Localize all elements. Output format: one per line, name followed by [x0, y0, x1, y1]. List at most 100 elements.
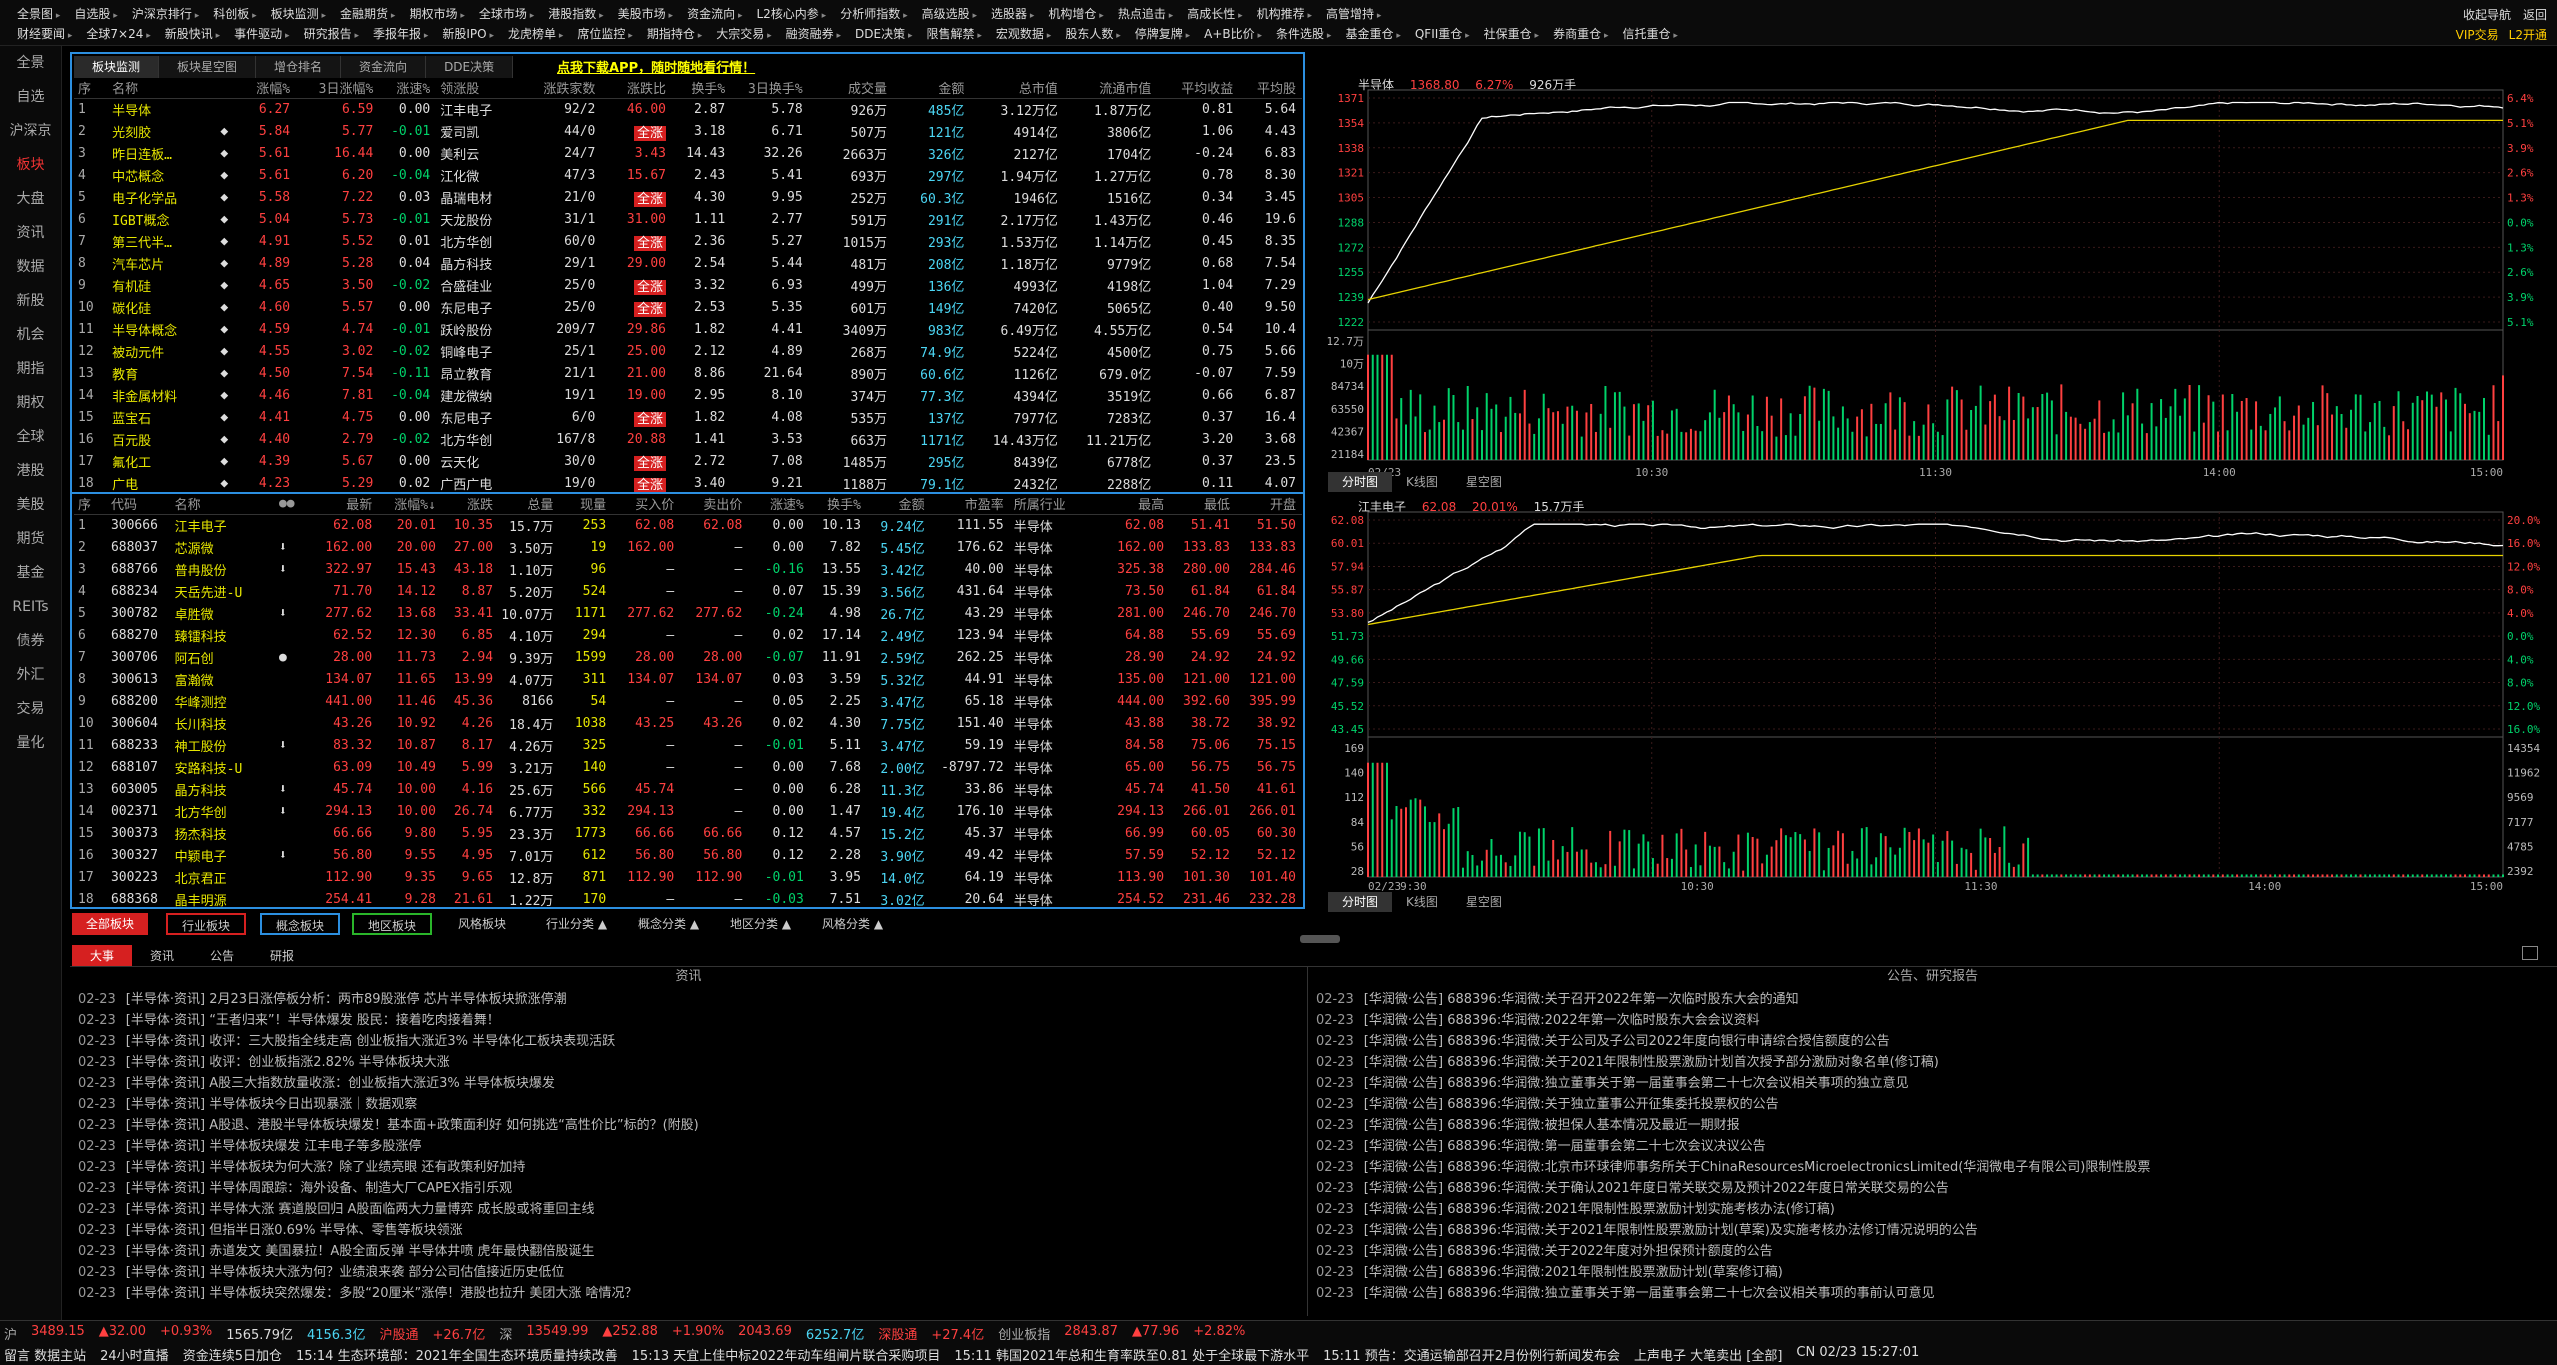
- menu-item-row1-16[interactable]: 热点追击: [1111, 5, 1180, 22]
- stock-row[interactable]: 4 688234 天岳先进-U 71.70 14.12 8.87 5.20万 524 — — 0.0…: [74, 580, 1302, 602]
- menu-item-row1-5[interactable]: 金融期货: [333, 5, 402, 22]
- menu-item-row2-4[interactable]: 研究报告: [297, 25, 366, 42]
- menu-item-row1-1[interactable]: 自选股: [67, 5, 124, 22]
- sector-row[interactable]: 10 碳化硅 ◆ 4.60 5.57 0.00 东尼电子 25/0 全涨 2.53 5.35 601万…: [74, 296, 1302, 318]
- sector-tab-2[interactable]: 增仓排名: [256, 56, 342, 78]
- news-item[interactable]: 02-23 [半导体·资讯] 半导体周跟踪：海外设备、制造大厂CAPEX指引乐观: [78, 1178, 699, 1199]
- sector-col-header[interactable]: 平均股: [1239, 78, 1302, 99]
- sector-col-header[interactable]: 序: [74, 78, 109, 99]
- stock-col-header[interactable]: 序: [74, 494, 107, 515]
- splitter-handle[interactable]: [1300, 935, 1340, 943]
- sector-col-header[interactable]: 涨速%: [379, 78, 437, 99]
- news-item[interactable]: 02-23 [半导体·资讯] 半导体板块爆发 江丰电子等多股涨停: [78, 1136, 699, 1157]
- restore-icon[interactable]: [2522, 946, 2538, 960]
- announcement-item[interactable]: 02-23 [华润微·公告] 688396:华润微:独立董事关于第一届董事会第二十…: [1316, 1283, 2150, 1304]
- vip-trade-link[interactable]: VIP交易: [2456, 26, 2499, 43]
- menu-item-row2-21[interactable]: 社保重仓: [1477, 25, 1546, 42]
- news-item[interactable]: 02-23 [半导体·资讯] A股退、港股半导体板块爆发！基本面+政策面利好 如何…: [78, 1115, 699, 1136]
- menu-item-row2-16[interactable]: 停牌复牌: [1128, 25, 1197, 42]
- menu-item-row2-15[interactable]: 股东人数: [1058, 25, 1127, 42]
- menu-item-row1-2[interactable]: 沪深京排行: [125, 5, 206, 22]
- sidebar-item-19[interactable]: 交易: [0, 692, 61, 726]
- stock-col-header[interactable]: 卖出价: [680, 494, 749, 515]
- chart2-tab-2[interactable]: 星空图: [1452, 892, 1516, 912]
- menu-item-row2-9[interactable]: 期指持仓: [640, 25, 709, 42]
- chart1-tab-1[interactable]: K线图: [1392, 472, 1452, 492]
- sector-col-header[interactable]: 3日换手%: [731, 78, 809, 99]
- menu-item-row2-20[interactable]: QFII重仓: [1408, 25, 1477, 42]
- sector-col-header[interactable]: 3日涨幅%: [296, 78, 380, 99]
- announcement-item[interactable]: 02-23 [华润微·公告] 688396:华润微:2021年限制性股票激励计划实…: [1316, 1199, 2150, 1220]
- stock-row[interactable]: 1 300666 江丰电子 62.08 20.01 10.35 15.7万 253 62.08 6…: [74, 514, 1302, 536]
- industry-category-dropdown[interactable]: 行业分类 ▲: [532, 913, 621, 935]
- sector-col-header[interactable]: 成交量: [808, 78, 893, 99]
- sector-col-header[interactable]: 平均收益: [1157, 78, 1240, 99]
- announcement-item[interactable]: 02-23 [华润微·公告] 688396:华润微:北京市环球律师事务所关于Chi…: [1316, 1157, 2150, 1178]
- menu-item-row2-12[interactable]: DDE决策: [848, 25, 919, 42]
- news-ticker-item[interactable]: 15:13 天宜上佳中标2022年动车组闸片联合采购项目: [632, 1345, 941, 1364]
- stock-intraday-chart[interactable]: 江丰电子 62.08 20.01% 15.7万手 62.08 20.0% 60.01…: [1308, 492, 2557, 912]
- sector-row[interactable]: 17 氟化工 ◆ 4.39 5.67 0.00 云天化 30/0 全涨 2.72 7.08 1485万…: [74, 450, 1302, 472]
- stock-col-header[interactable]: 金额: [866, 494, 931, 515]
- sector-col-header[interactable]: 名称: [108, 78, 217, 99]
- news-item[interactable]: 02-23 [半导体·资讯] 赤道发文 美国暴拉！A股全面反弹 半导体井喷 虎年最…: [78, 1241, 699, 1262]
- menu-item-row1-4[interactable]: 板块监测: [264, 5, 333, 22]
- menu-item-row1-15[interactable]: 机构增仓: [1041, 5, 1110, 22]
- announcement-item[interactable]: 02-23 [华润微·公告] 688396:华润微:关于公司及子公司2022年度向…: [1316, 1031, 2150, 1052]
- sector-row[interactable]: 7 第三代半… ◆ 4.91 5.52 0.01 北方华创 60/0 全涨 2.36 5.27 101…: [74, 230, 1302, 252]
- news-ticker-item[interactable]: 留言 数据主站: [4, 1345, 86, 1364]
- sidebar-item-6[interactable]: 数据: [0, 250, 61, 284]
- menu-item-row1-9[interactable]: 美股市场: [611, 5, 680, 22]
- l2-open-link[interactable]: L2开通: [2509, 26, 2547, 43]
- news-item[interactable]: 02-23 [半导体·资讯] 半导体板块为何大涨？除了业绩亮眼 还有政策利好加持: [78, 1157, 699, 1178]
- news-ticker-item[interactable]: 15:11 预告：交通运输部召开2月份例行新闻发布会: [1323, 1345, 1620, 1364]
- stock-col-header[interactable]: 总量: [499, 494, 560, 515]
- sector-tab-0[interactable]: 板块监测: [74, 56, 160, 78]
- concept-category-dropdown[interactable]: 概念分类 ▲: [624, 913, 713, 935]
- sector-col-header[interactable]: 流通市值: [1063, 78, 1158, 99]
- sector-col-header[interactable]: 涨幅%: [236, 78, 297, 99]
- stock-row[interactable]: 12 688107 安路科技-U 63.09 10.49 5.99 3.21万 140 — — 0.…: [74, 756, 1302, 778]
- sidebar-item-15[interactable]: 基金: [0, 556, 61, 590]
- news-item[interactable]: 02-23 [半导体·资讯] 半导体板块今日出现暴涨｜数据观察: [78, 1094, 699, 1115]
- sector-row[interactable]: 1 半导体 6.27 6.59 0.00 江丰电子 92/2 46.00 2.87 5.78 926…: [74, 98, 1302, 120]
- menu-item-row1-3[interactable]: 科创板: [206, 5, 263, 22]
- sector-row[interactable]: 3 昨日连板… ◆ 5.61 16.44 0.00 美利云 24/7 3.43 14.43 32.2…: [74, 142, 1302, 164]
- stock-row[interactable]: 16 300327 中颖电子 ⬇ 56.80 9.55 4.95 7.01万 612 56.80 5…: [74, 844, 1302, 866]
- menu-item-row2-23[interactable]: 信托重仓: [1615, 25, 1684, 42]
- announcement-item[interactable]: 02-23 [华润微·公告] 688396:华润微:关于2021年限制性股票激励计…: [1316, 1052, 2150, 1073]
- tab-industry-sectors[interactable]: 行业板块: [166, 913, 247, 935]
- stock-row[interactable]: 11 688233 神工股份 ⬇ 83.32 10.87 8.17 4.26万 325 — — -0.…: [74, 734, 1302, 756]
- stock-row[interactable]: 15 300373 扬杰科技 66.66 9.80 5.95 23.3万 1773 66.66 6…: [74, 822, 1302, 844]
- menu-item-row2-6[interactable]: 新股IPO: [435, 25, 501, 42]
- menu-item-row1-18[interactable]: 机构推荐: [1250, 5, 1319, 22]
- announcement-item[interactable]: 02-23 [华润微·公告] 688396:华润微:关于2022年度对外担保预计额…: [1316, 1241, 2150, 1262]
- sector-row[interactable]: 16 百元股 ◆ 4.40 2.79 -0.02 北方华创 167/8 20.88 1.41 3.5…: [74, 428, 1302, 450]
- news-ticker-item[interactable]: 15:11 韩国2021年总和生育率跌至0.81 处于全球最下游水平: [954, 1345, 1309, 1364]
- menu-item-row1-7[interactable]: 全球市场: [472, 5, 541, 22]
- stock-row[interactable]: 13 603005 晶方科技 ⬇ 45.74 10.00 4.16 25.6万 566 45.74…: [74, 778, 1302, 800]
- stock-col-header[interactable]: 名称: [170, 494, 275, 515]
- news-item[interactable]: 02-23 [半导体·资讯] 收评：创业板指涨2.82% 半导体板块大涨: [78, 1052, 699, 1073]
- news-ticker-item[interactable]: CN 02/23 15:27:01: [1796, 1345, 1919, 1364]
- sidebar-item-2[interactable]: 沪深京: [0, 114, 61, 148]
- sector-col-header[interactable]: 涨跌比: [601, 78, 673, 99]
- menu-item-row2-3[interactable]: 事件驱动: [227, 25, 296, 42]
- tab-style-sectors[interactable]: 风格板块: [444, 913, 520, 935]
- sidebar-item-14[interactable]: 期货: [0, 522, 61, 556]
- stock-row[interactable]: 17 300223 北京君正 112.90 9.35 9.65 12.8万 871 112.90…: [74, 866, 1302, 888]
- stock-col-header[interactable]: 最新: [310, 494, 379, 515]
- tab-announcements[interactable]: 公告: [192, 945, 252, 966]
- tab-news[interactable]: 资讯: [132, 945, 192, 966]
- menu-item-row1-19[interactable]: 高管增持: [1319, 5, 1388, 22]
- sector-tab-4[interactable]: DDE决策: [426, 56, 514, 78]
- sidebar-item-7[interactable]: 新股: [0, 284, 61, 318]
- stock-row[interactable]: 14 002371 北方华创 ⬇ 294.13 10.00 26.74 6.77万 332 294…: [74, 800, 1302, 822]
- sidebar-item-13[interactable]: 美股: [0, 488, 61, 522]
- stock-col-header[interactable]: 现量: [559, 494, 613, 515]
- sidebar-item-1[interactable]: 自选: [0, 80, 61, 114]
- stock-col-header[interactable]: 买入价: [612, 494, 681, 515]
- stock-row[interactable]: 2 688037 芯源微 ⬇ 162.00 20.00 27.00 3.50万 19 162.00…: [74, 536, 1302, 558]
- sector-col-header[interactable]: 领涨股: [436, 78, 522, 99]
- stock-row[interactable]: 10 300604 长川科技 43.26 10.92 4.26 18.4万 1038 43.25…: [74, 712, 1302, 734]
